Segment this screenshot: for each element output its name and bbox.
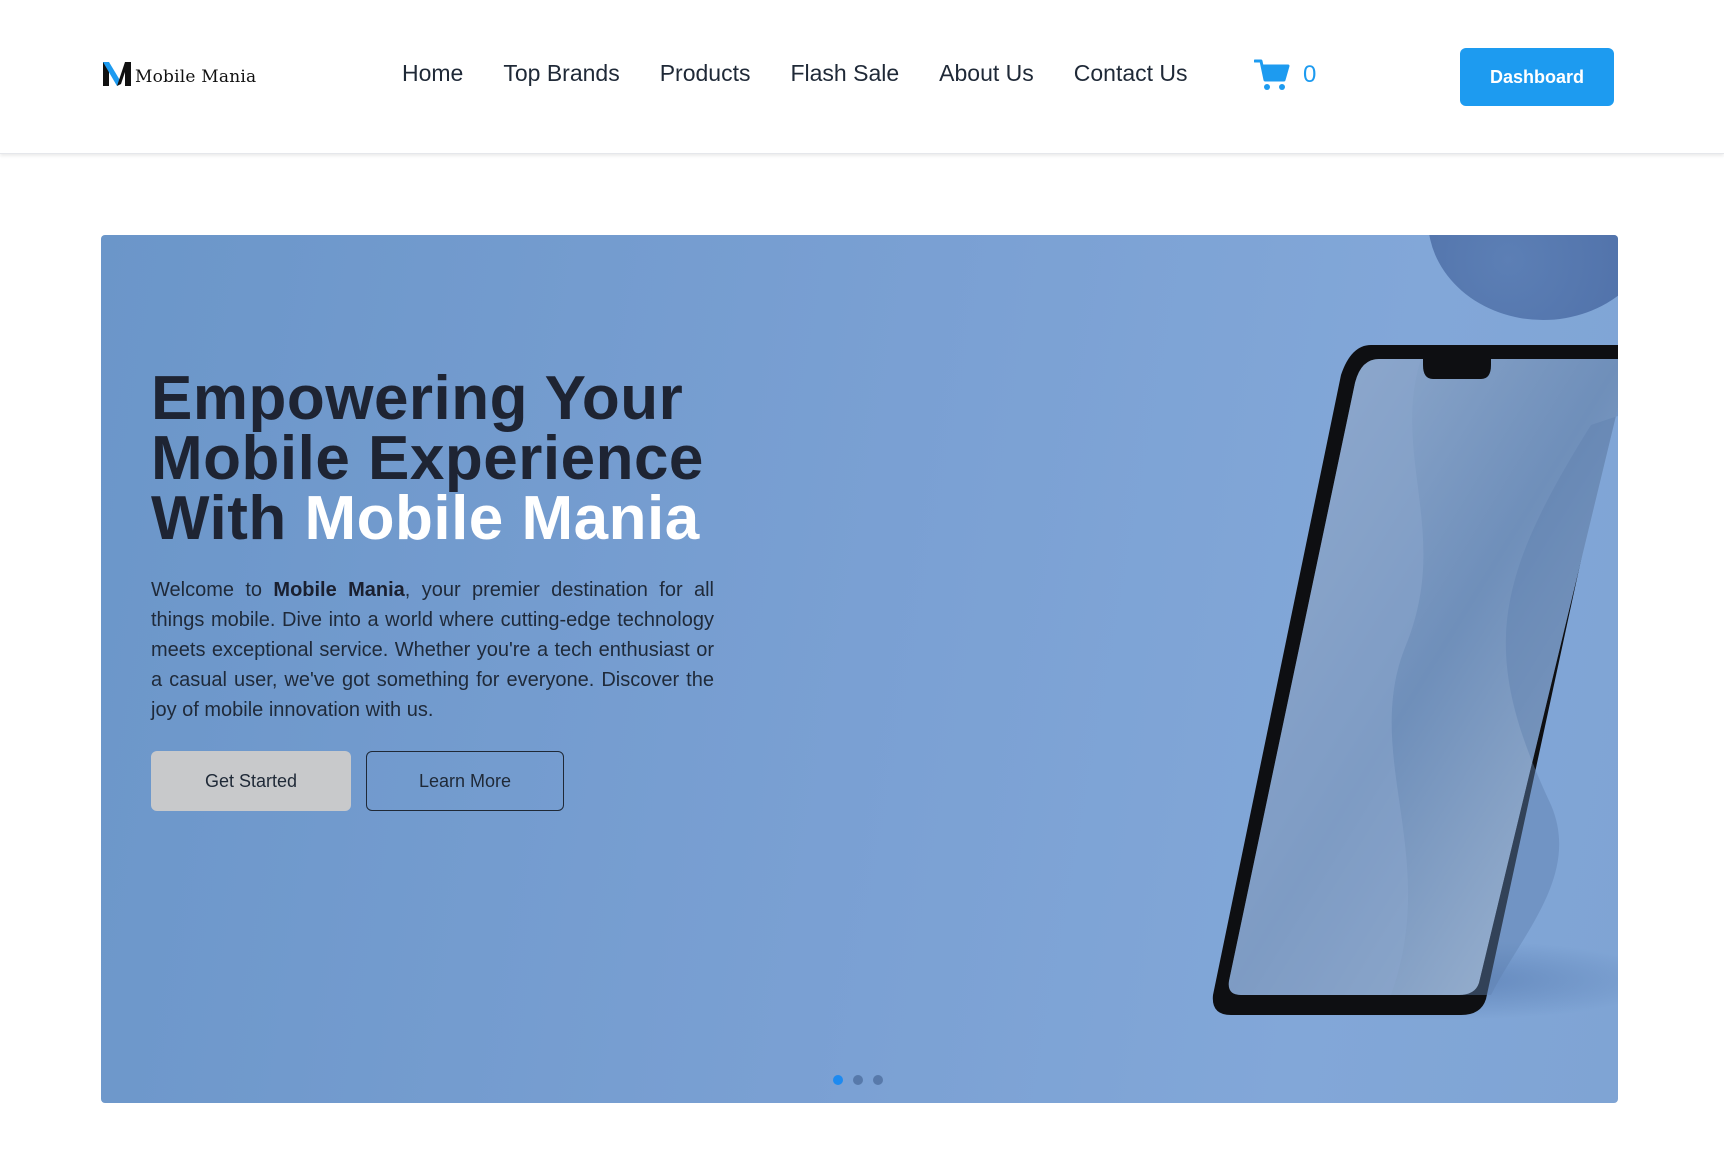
cart-count: 0	[1303, 61, 1317, 88]
brand-logo[interactable]: Mobile Mania	[101, 56, 256, 88]
carousel-dot-2[interactable]	[853, 1075, 863, 1085]
main-nav: Home Top Brands Products Flash Sale Abou…	[402, 60, 1228, 87]
nav-flash-sale[interactable]: Flash Sale	[790, 60, 899, 87]
site-header: Mobile Mania Home Top Brands Products Fl…	[0, 0, 1724, 154]
nav-about-us[interactable]: About Us	[939, 60, 1034, 87]
hero-description: Welcome to Mobile Mania, your premier de…	[151, 575, 714, 725]
hero-title: Empowering Your Mobile Experience With M…	[151, 368, 704, 550]
smartphone-image	[1211, 345, 1618, 1020]
hero-title-line3-prefix: With	[151, 484, 305, 553]
hero-desc-prefix: Welcome to	[151, 579, 274, 601]
hero-title-accent: Mobile Mania	[304, 484, 700, 553]
nav-home[interactable]: Home	[402, 60, 463, 87]
nav-products[interactable]: Products	[660, 60, 751, 87]
get-started-button[interactable]: Get Started	[151, 751, 351, 811]
carousel-dot-3[interactable]	[873, 1075, 883, 1085]
logo-m-icon	[103, 62, 131, 86]
hero-title-line1: Empowering Your	[151, 364, 684, 433]
brand-name: Mobile Mania	[135, 67, 257, 87]
carousel-dot-1[interactable]	[833, 1075, 843, 1085]
hero-title-line2: Mobile Experience	[151, 424, 704, 493]
hero-desc-brand: Mobile Mania	[273, 579, 405, 601]
decorative-blob	[1428, 235, 1618, 320]
carousel-indicators	[833, 1075, 893, 1085]
nav-top-brands[interactable]: Top Brands	[503, 60, 619, 87]
hero-banner: Empowering Your Mobile Experience With M…	[101, 235, 1618, 1103]
nav-contact-us[interactable]: Contact Us	[1074, 60, 1188, 87]
dashboard-button[interactable]: Dashboard	[1460, 48, 1614, 106]
cart-icon	[1254, 59, 1290, 90]
learn-more-button[interactable]: Learn More	[366, 751, 564, 811]
cart-button[interactable]: 0	[1254, 58, 1316, 92]
